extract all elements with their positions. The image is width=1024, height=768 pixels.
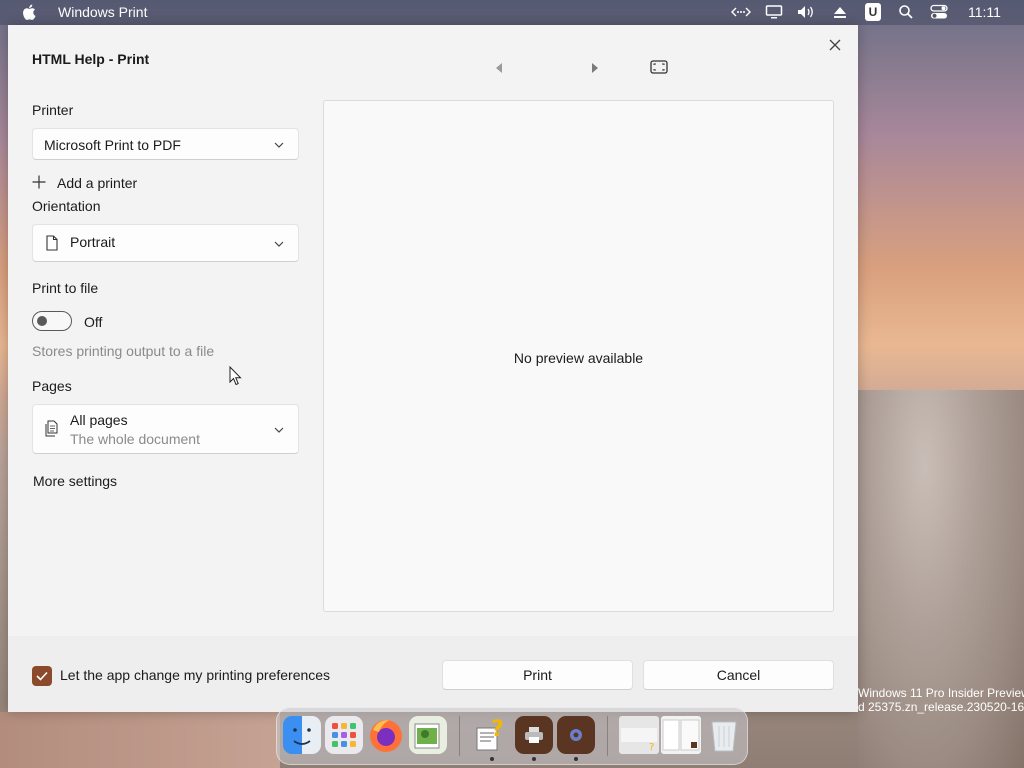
checkmark-icon	[36, 671, 48, 681]
app-preferences-checkbox[interactable]	[32, 666, 52, 686]
svg-text:?: ?	[491, 717, 504, 742]
dock-running-indicator	[574, 757, 578, 761]
add-printer-link[interactable]: Add a printer	[32, 174, 172, 194]
pages-icon	[45, 420, 58, 437]
active-app-name[interactable]: Windows Print	[58, 4, 147, 20]
chevron-down-icon	[274, 241, 284, 247]
printer-select-value: Microsoft Print to PDF	[44, 137, 181, 153]
printer-label: Printer	[32, 102, 74, 118]
cancel-button[interactable]: Cancel	[643, 660, 834, 690]
mouse-pointer-icon	[229, 366, 242, 386]
print-to-file-state: Off	[84, 314, 103, 330]
pages-select[interactable]: All pages The whole document	[32, 404, 299, 454]
portrait-page-icon	[46, 235, 58, 251]
orientation-label: Orientation	[32, 198, 101, 214]
html-help-icon[interactable]: ?	[471, 716, 509, 754]
dock-separator	[459, 716, 460, 756]
dock-running-indicator	[490, 757, 494, 761]
print-to-file-toggle[interactable]	[32, 311, 72, 331]
pages-select-sub: The whole document	[70, 431, 200, 447]
minimized-window-thumbnail-2[interactable]	[661, 716, 701, 754]
print-preview-pane: No preview available	[323, 100, 834, 612]
dock-separator	[607, 716, 608, 756]
settings-app-icon[interactable]	[557, 716, 595, 754]
close-icon[interactable]	[825, 35, 845, 55]
menu-bar-clock[interactable]: 11:11	[968, 4, 1001, 20]
dialog-title: HTML Help - Print	[32, 51, 150, 67]
pages-label: Pages	[32, 378, 72, 394]
menu-bar: Windows Print U 11:11	[0, 0, 1024, 25]
plus-icon	[32, 175, 46, 189]
control-center-icon[interactable]	[930, 4, 948, 20]
launchpad-icon[interactable]	[325, 716, 363, 754]
add-printer-label: Add a printer	[57, 175, 138, 191]
finder-icon[interactable]	[283, 716, 321, 754]
apple-logo-icon[interactable]	[22, 4, 36, 20]
display-icon[interactable]	[765, 4, 783, 20]
preview-app-icon[interactable]	[409, 716, 447, 754]
desktop-wallpaper-left	[0, 712, 280, 768]
print-button[interactable]: Print	[442, 660, 633, 690]
eject-icon[interactable]	[833, 4, 847, 20]
printer-app-icon[interactable]	[515, 716, 553, 754]
search-icon[interactable]	[898, 4, 914, 20]
minimized-window-thumbnail-1[interactable]: ?	[619, 716, 659, 754]
dock-running-indicator	[532, 757, 536, 761]
toggle-knob	[37, 316, 47, 326]
app-preferences-label: Let the app change my printing preferenc…	[60, 667, 331, 683]
volume-icon[interactable]	[796, 4, 816, 20]
printer-select[interactable]: Microsoft Print to PDF	[32, 128, 299, 160]
windows-watermark: Windows 11 Pro Insider Preview d 25375.z…	[858, 686, 1024, 714]
preview-message: No preview available	[513, 350, 644, 366]
u-menu-extra-icon[interactable]: U	[865, 3, 881, 21]
watermark-line-2: d 25375.zn_release.230520-1632	[858, 700, 1024, 714]
trash-icon[interactable]	[705, 716, 743, 754]
orientation-select[interactable]: Portrait	[32, 224, 299, 262]
remote-desktop-icon[interactable]	[731, 4, 751, 20]
print-dialog: HTML Help - Print Printer Microsoft Prin…	[8, 25, 858, 712]
dialog-footer: Let the app change my printing preferenc…	[8, 636, 858, 712]
previous-page-icon[interactable]	[494, 62, 504, 74]
orientation-select-value: Portrait	[70, 234, 116, 250]
fit-to-window-icon[interactable]	[650, 60, 668, 74]
print-to-file-description: Stores printing output to a file	[32, 343, 215, 359]
more-settings-link[interactable]: More settings	[33, 473, 117, 489]
next-page-icon[interactable]	[590, 62, 600, 74]
chevron-down-icon	[274, 142, 284, 148]
dock: ? ?	[276, 707, 748, 765]
pages-select-value: All pages	[70, 412, 128, 428]
watermark-line-1: Windows 11 Pro Insider Preview	[858, 686, 1024, 700]
print-to-file-label: Print to file	[32, 280, 99, 296]
chevron-down-icon	[274, 427, 284, 433]
svg-text:?: ?	[649, 742, 654, 753]
firefox-icon[interactable]	[367, 716, 405, 754]
